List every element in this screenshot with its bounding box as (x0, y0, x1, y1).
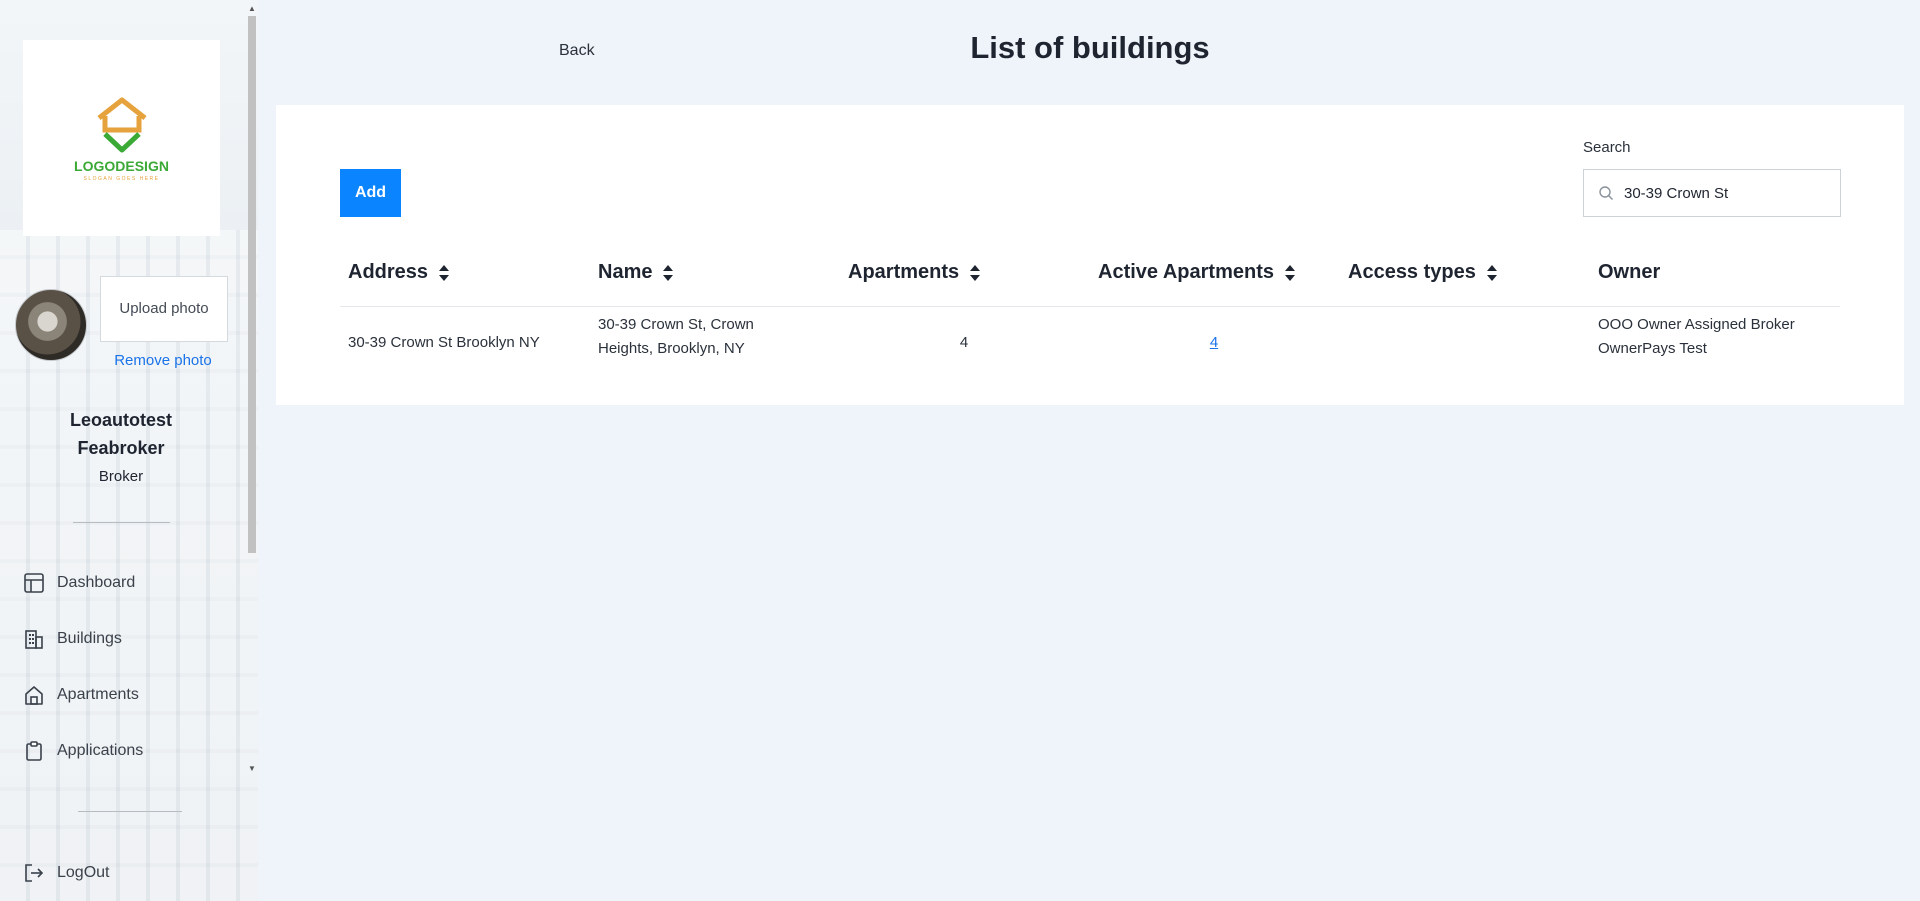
sort-icon[interactable] (438, 263, 450, 283)
column-header-address[interactable]: Address (348, 261, 450, 284)
sort-icon[interactable] (662, 263, 674, 283)
column-header-active-apartments[interactable]: Active Apartments (1098, 261, 1296, 284)
column-label: Access types (1348, 261, 1476, 283)
sidebar-item-label: Applications (57, 742, 144, 759)
user-last-name: Feabroker (77, 438, 165, 458)
table-header: Address Name Apartments Active Apartment… (340, 249, 1840, 307)
scroll-thumb[interactable] (248, 16, 256, 553)
user-first-name: Leoautotest (69, 410, 172, 430)
sidebar-item-label: Dashboard (57, 574, 136, 591)
column-label: Address (348, 261, 429, 283)
cell-active-apartments-link[interactable]: 4 (1098, 331, 1330, 355)
cell-name: 30-39 Crown St, Crown Heights, Brooklyn,… (598, 316, 754, 357)
logout-label: LogOut (57, 864, 110, 881)
sidebar: LOGODESIGN SLOGAN GOES HERE Upload photo… (0, 0, 258, 901)
sidebar-divider (78, 811, 182, 812)
sidebar-item-buildings[interactable]: Buildings (22, 624, 122, 654)
sidebar-item-label: Apartments (57, 686, 139, 703)
remove-photo-link[interactable]: Remove photo (100, 352, 226, 369)
sidebar-item-applications[interactable]: Applications (22, 736, 143, 766)
sidebar-item-dashboard[interactable]: Dashboard (22, 568, 135, 598)
dashboard-icon (22, 571, 46, 595)
cell-apartments: 4 (959, 334, 969, 351)
cell-owner: OOO Owner Assigned Broker OwnerPays Test (1598, 316, 1795, 357)
sort-icon[interactable] (969, 263, 981, 283)
table-row[interactable]: 30-39 Crown St Brooklyn NY 30-39 Crown S… (340, 313, 1840, 373)
scroll-down-arrow-icon[interactable]: ▼ (248, 764, 256, 773)
search-icon (1598, 184, 1616, 202)
buildings-card: Add Search Address Name Apartments Activ… (276, 105, 1904, 405)
sidebar-divider (73, 522, 170, 523)
column-label: Apartments (848, 261, 960, 283)
upload-photo-button[interactable]: Upload photo (100, 276, 228, 342)
back-link[interactable]: Back (559, 42, 595, 60)
sidebar-item-label: Buildings (57, 630, 122, 647)
user-role: Broker (98, 468, 144, 485)
clipboard-icon (22, 739, 46, 763)
sidebar-scrollbar[interactable]: ▲ ▼ (246, 0, 258, 780)
user-name: Leoautotest Feabroker (40, 406, 202, 462)
logout-button[interactable]: LogOut (22, 858, 109, 888)
sort-icon[interactable] (1486, 263, 1498, 283)
company-logo: LOGODESIGN SLOGAN GOES HERE (23, 40, 220, 236)
sort-icon[interactable] (1284, 263, 1296, 283)
buildings-icon (22, 627, 46, 651)
search-field[interactable] (1583, 169, 1841, 217)
logo-text: LOGODESIGN (74, 158, 169, 174)
page-title: List of buildings (970, 30, 1210, 65)
column-label: Name (598, 261, 653, 283)
column-label: Owner (1598, 261, 1661, 283)
column-header-access-types[interactable]: Access types (1348, 261, 1498, 284)
house-logo-icon (96, 97, 147, 153)
search-label: Search (1583, 139, 1631, 156)
logo-slogan: SLOGAN GOES HERE (83, 176, 160, 182)
cell-address: 30-39 Crown St Brooklyn NY (348, 334, 540, 351)
column-header-owner: Owner (1598, 261, 1660, 284)
column-header-name[interactable]: Name (598, 261, 674, 284)
column-header-apartments[interactable]: Apartments (848, 261, 981, 284)
home-icon (22, 683, 46, 707)
scroll-up-arrow-icon[interactable]: ▲ (248, 4, 256, 13)
sidebar-item-apartments[interactable]: Apartments (22, 680, 139, 710)
logout-icon (22, 861, 46, 885)
search-input[interactable] (1622, 183, 1826, 203)
add-button[interactable]: Add (340, 169, 401, 217)
avatar (15, 289, 87, 361)
column-label: Active Apartments (1098, 261, 1274, 283)
